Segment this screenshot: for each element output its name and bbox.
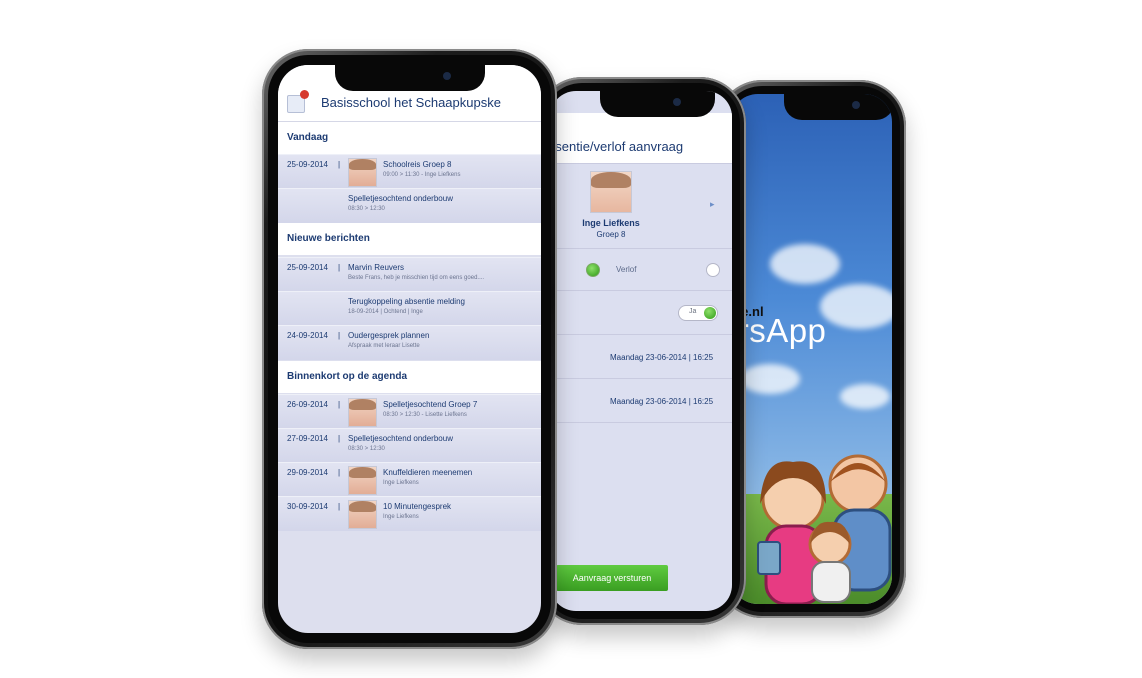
item-title: Schoolreis Groep 8 <box>383 160 452 169</box>
absence-header: bsentie/verlof aanvraag <box>550 113 732 164</box>
item-subtitle: Afspraak met leraar Lisette <box>348 343 420 349</box>
phone-overview: Basisschool het Schaapkupske Vandaag 25-… <box>262 49 557 649</box>
list-item[interactable]: 24-09-2014 | Oudergesprek plannen Afspra… <box>278 325 541 360</box>
avatar <box>348 466 377 495</box>
item-date: 24-09-2014 <box>287 331 328 340</box>
phone-notch <box>334 65 485 91</box>
item-subtitle: Inge Liefkens <box>383 514 419 520</box>
item-date: 30-09-2014 <box>287 502 328 511</box>
item-title: Knuffeldieren meenemen <box>383 468 473 477</box>
absence-screen: bsentie/verlof aanvraag Inge Liefkens Gr… <box>550 91 732 611</box>
verlof-label: Verlof <box>616 265 637 274</box>
item-subtitle: 08:30 > 12:30 - Lisette Liefkens <box>383 412 467 418</box>
phone-absence-request: bsentie/verlof aanvraag Inge Liefkens Gr… <box>536 77 746 625</box>
section-title: Binnenkort op de agenda <box>287 371 408 382</box>
item-subtitle: Inge Liefkens <box>383 480 419 486</box>
list-item[interactable]: 26-09-2014 | Spelletjesochtend Groep 7 0… <box>278 394 541 429</box>
student-avatar <box>590 171 632 213</box>
submit-request-button[interactable]: Aanvraag versturen <box>556 565 668 591</box>
avatar <box>348 500 377 529</box>
item-subtitle: 08:30 > 12:30 <box>348 206 385 212</box>
item-separator: | <box>338 263 341 272</box>
toggle-row: : Ja <box>550 290 732 335</box>
school-title: Basisschool het Schaapkupske <box>321 95 501 110</box>
item-subtitle: 08:30 > 12:30 <box>348 446 385 452</box>
item-title: Terugkoppeling absentie melding <box>348 297 465 306</box>
item-title: Marvin Reuvers <box>348 263 405 272</box>
item-subtitle: 09:00 > 11:30 - Inge Liefkens <box>383 172 461 178</box>
start-date-row[interactable]: : Maandag 23-06-2014 | 16:25 <box>550 334 732 379</box>
toggle-knob <box>704 307 716 319</box>
item-separator: | <box>338 502 341 511</box>
item-date: 29-09-2014 <box>287 468 328 477</box>
list-item[interactable]: 30-09-2014 | 10 Minutengesprek Inge Lief… <box>278 496 541 531</box>
page-title: bsentie/verlof aanvraag <box>550 139 684 154</box>
avatar <box>348 158 377 187</box>
item-title: 10 Minutengesprek <box>383 502 452 511</box>
item-title: Oudergesprek plannen <box>348 331 430 340</box>
item-title: Spelletjesochtend Groep 7 <box>383 400 478 409</box>
yes-toggle[interactable]: Ja <box>678 305 718 321</box>
section-today: Vandaag <box>278 122 541 154</box>
toggle-label: Ja <box>689 308 697 315</box>
section-title: Vandaag <box>287 132 329 143</box>
item-subtitle: 18-09-2014 | Ochtend | Inge <box>348 309 423 315</box>
item-date: 25-09-2014 <box>287 160 328 169</box>
item-separator: | <box>338 468 341 477</box>
family-illustration <box>757 454 892 604</box>
item-date: 27-09-2014 <box>287 434 328 443</box>
section-new-messages: Nieuwe berichten <box>278 223 541 255</box>
next-student-arrow-icon[interactable]: ▸ <box>710 199 715 210</box>
school-icon[interactable] <box>287 90 309 113</box>
item-separator: | <box>338 331 341 340</box>
splash-screen: line.nl dersApp <box>730 94 892 604</box>
verlof-radio[interactable] <box>706 263 720 277</box>
item-title: Spelletjesochtend onderbouw <box>348 434 453 443</box>
phone-notch <box>784 94 892 120</box>
list-item[interactable]: 25-09-2014 | Schoolreis Groep 8 09:00 > … <box>278 154 541 189</box>
overview-screen: Basisschool het Schaapkupske Vandaag 25-… <box>278 65 541 633</box>
student-profile: Inge Liefkens Groep 8 ▸ <box>550 163 732 248</box>
start-date-value: Maandag 23-06-2014 | 16:25 <box>610 353 714 362</box>
type-row: Verlof <box>550 248 732 291</box>
item-separator: | <box>338 160 341 169</box>
notification-badge <box>300 90 309 99</box>
section-title: Nieuwe berichten <box>287 233 370 244</box>
item-date: 26-09-2014 <box>287 400 328 409</box>
list-item[interactable]: 27-09-2014 | Spelletjesochtend onderbouw… <box>278 428 541 463</box>
item-title: Spelletjesochtend onderbouw <box>348 194 453 203</box>
item-date: 25-09-2014 <box>287 263 328 272</box>
phone-notch <box>600 91 715 117</box>
item-separator: | <box>338 400 341 409</box>
list-item[interactable]: 29-09-2014 | Knuffeldieren meenemen Inge… <box>278 462 541 497</box>
section-upcoming: Binnenkort op de agenda <box>278 361 541 393</box>
list-item[interactable]: Terugkoppeling absentie melding 18-09-20… <box>278 291 541 326</box>
student-name: Inge Liefkens <box>582 218 640 228</box>
absence-radio[interactable] <box>586 263 600 277</box>
list-item[interactable]: Spelletjesochtend onderbouw 08:30 > 12:3… <box>278 188 541 223</box>
avatar <box>348 398 377 427</box>
end-date-row[interactable]: : Maandag 23-06-2014 | 16:25 <box>550 378 732 423</box>
comment-row[interactable]: : <box>550 422 732 467</box>
list-item[interactable]: 25-09-2014 | Marvin Reuvers Beste Frans,… <box>278 257 541 292</box>
end-date-value: Maandag 23-06-2014 | 16:25 <box>610 397 714 406</box>
item-subtitle: Beste Frans, heb je misschien tijd om ee… <box>348 275 485 281</box>
student-group: Groep 8 <box>596 230 626 239</box>
item-separator: | <box>338 434 341 443</box>
